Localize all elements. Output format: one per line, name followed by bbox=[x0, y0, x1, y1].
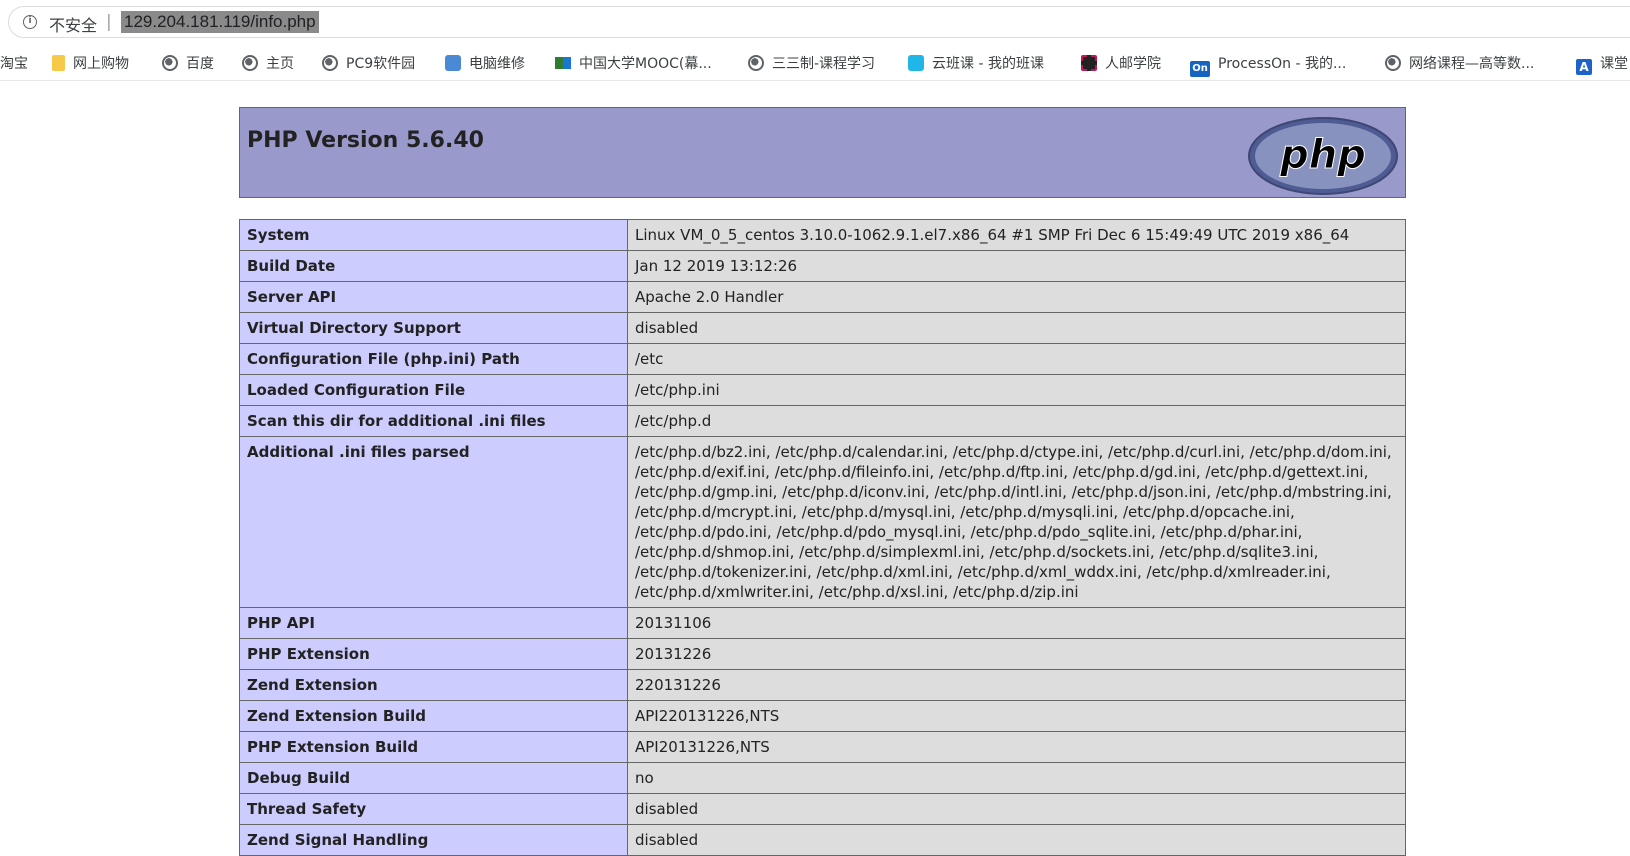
globe-icon bbox=[322, 55, 338, 71]
a-icon: A bbox=[1576, 59, 1592, 75]
bookmark-label: 三三制-课程学习 bbox=[772, 56, 876, 72]
table-row: PHP API 20131106 bbox=[239, 607, 1406, 639]
bookmark-item[interactable]: 网络课程—高等数... bbox=[1385, 53, 1534, 75]
row-key: PHP Extension Build bbox=[239, 731, 628, 763]
row-key: System bbox=[239, 219, 628, 251]
bookmark-item[interactable]: On ProcessOn - 我的... bbox=[1190, 53, 1347, 77]
table-row: Thread Safety disabled bbox=[239, 793, 1406, 825]
separator: | bbox=[106, 12, 112, 32]
mooc-icon bbox=[555, 57, 571, 69]
bookmark-label: 中国大学MOOC(幕... bbox=[579, 56, 712, 72]
bookmark-item[interactable]: 百度 bbox=[162, 53, 214, 75]
table-row: Scan this dir for additional .ini files /… bbox=[239, 405, 1406, 437]
bookmark-item[interactable]: 网上购物 bbox=[52, 53, 129, 75]
bookmark-label: PC9软件园 bbox=[346, 56, 416, 72]
table-row: Server API Apache 2.0 Handler bbox=[239, 281, 1406, 313]
omnibox[interactable]: i 不安全 | 129.204.181.119/info.php bbox=[8, 6, 1630, 38]
row-value: 220131226 bbox=[627, 669, 1406, 701]
row-key: PHP Extension bbox=[239, 638, 628, 670]
table-row: Virtual Directory Support disabled bbox=[239, 312, 1406, 344]
bookmark-item[interactable]: 人邮学院 bbox=[1081, 53, 1161, 75]
table-row: Zend Signal Handling disabled bbox=[239, 824, 1406, 856]
globe-icon bbox=[1385, 55, 1401, 71]
row-key: Thread Safety bbox=[239, 793, 628, 825]
address-bar: i 不安全 | 129.204.181.119/info.php bbox=[0, 0, 1630, 44]
table-row: Build Date Jan 12 2019 13:12:26 bbox=[239, 250, 1406, 282]
row-value: no bbox=[627, 762, 1406, 794]
security-label[interactable]: 不安全 bbox=[49, 12, 97, 36]
bookmark-label: 电脑维修 bbox=[469, 56, 525, 72]
php-info-table: System Linux VM_0_5_centos 3.10.0-1062.9.… bbox=[239, 219, 1406, 856]
php-logo-text: php bbox=[1279, 132, 1366, 178]
row-value: Apache 2.0 Handler bbox=[627, 281, 1406, 313]
info-icon[interactable]: i bbox=[23, 15, 37, 29]
film-icon bbox=[1081, 55, 1097, 71]
row-key: Zend Extension Build bbox=[239, 700, 628, 732]
row-value: Jan 12 2019 13:12:26 bbox=[627, 250, 1406, 282]
bookmark-item[interactable]: PC9软件园 bbox=[322, 53, 415, 75]
cloud-icon bbox=[908, 55, 924, 71]
bookmark-item[interactable]: A 课堂 bbox=[1576, 53, 1628, 75]
row-key: Zend Extension bbox=[239, 669, 628, 701]
person-icon bbox=[445, 55, 461, 71]
bookmark-label: 人邮学院 bbox=[1105, 56, 1161, 72]
row-key: Loaded Configuration File bbox=[239, 374, 628, 406]
row-key: PHP API bbox=[239, 607, 628, 639]
url-input[interactable]: 129.204.181.119/info.php bbox=[121, 11, 319, 33]
row-value: disabled bbox=[627, 824, 1406, 856]
bookmark-item[interactable]: 中国大学MOOC(幕... bbox=[555, 53, 712, 75]
table-row: Loaded Configuration File/etc/php.ini bbox=[239, 374, 1406, 406]
processon-icon: On bbox=[1190, 61, 1210, 77]
row-value: /etc/php.d/bz2.ini, /etc/php.d/calendar.… bbox=[627, 436, 1406, 608]
row-value: Linux VM_0_5_centos 3.10.0-1062.9.1.el7.… bbox=[627, 219, 1406, 251]
bookmark-label: 百度 bbox=[186, 56, 214, 72]
globe-icon bbox=[748, 55, 764, 71]
row-key: Debug Build bbox=[239, 762, 628, 794]
row-key: Zend Signal Handling bbox=[239, 824, 628, 856]
table-row: Zend Extension 220131226 bbox=[239, 669, 1406, 701]
row-key: Scan this dir for additional .ini files bbox=[239, 405, 628, 437]
bookmark-item[interactable]: 淘宝 bbox=[0, 53, 28, 75]
globe-icon bbox=[162, 55, 178, 71]
row-value: disabled bbox=[627, 793, 1406, 825]
bookmark-label: 课堂 bbox=[1600, 56, 1628, 72]
folder-icon bbox=[52, 55, 65, 71]
table-row: PHP Extension Build API20131226,NTS bbox=[239, 731, 1406, 763]
row-value: /etc/php.ini bbox=[627, 374, 1406, 406]
bookmarks-bar: 淘宝 网上购物 百度 主页 PC9软件园 电脑维修 中国大学MOOC(幕... … bbox=[0, 48, 1630, 81]
bookmark-label: 淘宝 bbox=[0, 56, 28, 72]
bookmark-item[interactable]: 三三制-课程学习 bbox=[748, 53, 875, 75]
bookmark-item[interactable]: 主页 bbox=[242, 53, 294, 75]
row-key: Build Date bbox=[239, 250, 628, 282]
bookmark-label: ProcessOn - 我的... bbox=[1218, 56, 1347, 72]
bookmark-label: 云班课 - 我的班课 bbox=[932, 56, 1044, 72]
table-row: Zend Extension Build API220131226,NTS bbox=[239, 700, 1406, 732]
row-value: /etc/php.d bbox=[627, 405, 1406, 437]
bookmark-label: 网络课程—高等数... bbox=[1409, 56, 1535, 72]
table-row: System Linux VM_0_5_centos 3.10.0-1062.9.… bbox=[239, 219, 1406, 251]
bookmark-label: 主页 bbox=[266, 56, 294, 72]
row-value: 20131106 bbox=[627, 607, 1406, 639]
row-value: /etc bbox=[627, 343, 1406, 375]
bookmark-item[interactable]: 电脑维修 bbox=[445, 53, 525, 75]
row-key: Configuration File (php.ini) Path bbox=[239, 343, 628, 375]
row-value: 20131226 bbox=[627, 638, 1406, 670]
row-key: Additional .ini files parsed bbox=[239, 436, 628, 608]
row-key: Server API bbox=[239, 281, 628, 313]
table-row: Configuration File (php.ini) Path/etc bbox=[239, 343, 1406, 375]
row-value: API20131226,NTS bbox=[627, 731, 1406, 763]
table-row: Debug Build no bbox=[239, 762, 1406, 794]
row-value: disabled bbox=[627, 312, 1406, 344]
row-key: Virtual Directory Support bbox=[239, 312, 628, 344]
table-row: PHP Extension 20131226 bbox=[239, 638, 1406, 670]
bookmark-label: 网上购物 bbox=[73, 56, 129, 72]
row-value: API220131226,NTS bbox=[627, 700, 1406, 732]
globe-icon bbox=[242, 55, 258, 71]
php-logo-icon: php bbox=[1248, 117, 1398, 195]
page-title: PHP Version 5.6.40 bbox=[247, 128, 484, 153]
php-header: PHP Version 5.6.40 php bbox=[239, 107, 1406, 198]
bookmark-item[interactable]: 云班课 - 我的班课 bbox=[908, 53, 1044, 75]
table-row: Additional .ini files parsed/etc/php.d/b… bbox=[239, 436, 1406, 608]
